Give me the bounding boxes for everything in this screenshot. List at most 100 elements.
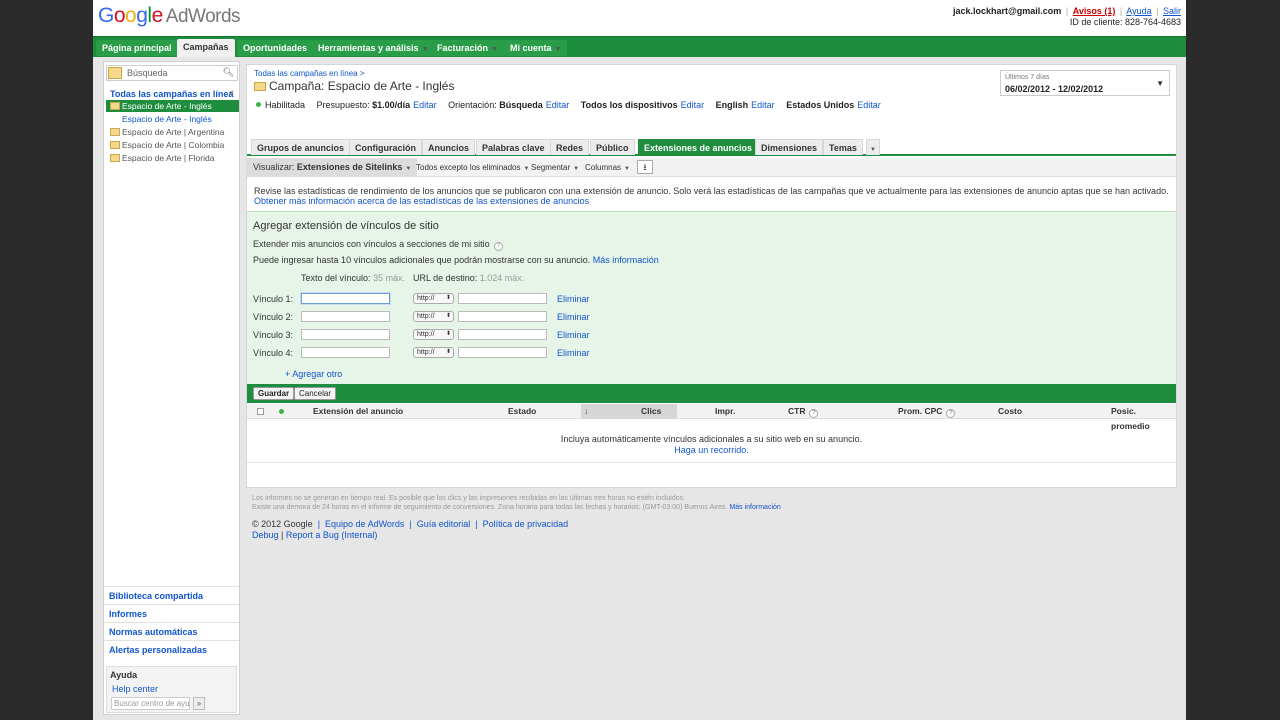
form-subtitle: Extender mis anuncios con vínculos a sec… [253,239,503,251]
folder-icon [110,154,120,162]
nav-tools[interactable]: Herramientas y análisis ▼ [312,40,435,56]
edit-language-link[interactable]: Editar [751,100,775,110]
chevron-down-icon: ▼ [405,166,412,172]
tab-audiences[interactable]: Público [590,139,635,155]
visualize-dropdown[interactable]: Visualizar: Extensiones de Sitelinks ▼ [247,158,418,177]
footer-link[interactable]: Equipo de AdWords [325,519,404,529]
save-button[interactable]: Guardar [253,387,295,400]
debug-link[interactable]: Debug [252,530,279,540]
footer-link[interactable]: Política de privacidad [483,519,569,529]
statistics-notice: Revise las estadísticas de rendimiento d… [254,186,1169,206]
column-header[interactable]: Posic. promedio [1111,404,1176,431]
help-search-button[interactable]: » [193,697,205,710]
alerts-link[interactable]: Avisos (1) [1073,6,1116,16]
remove-link[interactable]: Eliminar [557,312,590,322]
destination-url-input[interactable] [458,347,547,358]
column-header[interactable]: CTR? [788,404,819,419]
sidebar-item-custom-alerts[interactable]: Alertas personalizadas [104,640,239,658]
collapse-sidebar-icon[interactable]: « [229,87,234,97]
tab-dimensions[interactable]: Dimensiones [755,139,824,155]
help-link[interactable]: Ayuda [1126,6,1151,16]
remove-link[interactable]: Eliminar [557,330,590,340]
breadcrumb[interactable]: Todas las campañas en línea > [254,69,365,78]
nav-billing[interactable]: Facturación ▼ [431,40,504,56]
column-header[interactable]: Estado [508,404,536,419]
destination-url-input[interactable] [458,329,547,340]
tab-keywords[interactable]: Palabras clave [476,139,551,155]
filter-dropdown[interactable]: Todos excepto los eliminados ▼ [416,158,529,177]
campaign-search-input[interactable]: Búsqueda 🔍︎ [106,65,238,81]
date-range-selector[interactable]: Últimos 7 días 06/02/2012 - 12/02/2012 ▼ [1000,70,1170,96]
column-header[interactable]: Extensión del anuncio [313,404,403,419]
nav-home[interactable]: Página principal [96,40,178,56]
search-icon[interactable]: 🔍︎ [223,67,234,78]
help-search-input[interactable]: Buscar centro de ayu [111,697,190,710]
tab-topics[interactable]: Temas [823,139,863,155]
tree-item-adgroup[interactable]: Espacio de Arte - Inglés [106,113,239,125]
link-text-input[interactable] [301,347,390,358]
sidebar-item-reports[interactable]: Informes [104,604,239,622]
select-all-checkbox[interactable] [257,408,264,415]
help-icon[interactable]: ? [493,242,503,251]
tab-settings[interactable]: Configuración [349,139,422,155]
all-campaigns-link[interactable]: Todas las campañas en línea [110,89,233,99]
browser-page: Google AdWords jack.lockhart@gmail.com | … [93,0,1186,720]
help-icon[interactable]: ? [946,409,956,418]
destination-url-input[interactable] [458,293,547,304]
column-header[interactable]: Impr. [715,404,735,419]
logout-link[interactable]: Salir [1163,6,1181,16]
column-header[interactable]: Prom. CPC? [898,404,956,419]
sidebar-item-automated-rules[interactable]: Normas automáticas [104,622,239,640]
edit-devices-link[interactable]: Editar [681,100,705,110]
sitelink-row: Vínculo 1: http://⬍ Eliminar [253,293,590,304]
protocol-select[interactable]: http://⬍ [413,347,454,358]
tree-item-campaign[interactable]: Espacio de Arte | Colombia [106,139,239,151]
tree-item-campaign[interactable]: Espacio de Arte | Argentina [106,126,239,138]
nav-opportunities[interactable]: Oportunidades [237,40,314,56]
google-adwords-logo[interactable]: Google AdWords [98,4,241,28]
protocol-select[interactable]: http://⬍ [413,293,454,304]
divider [247,462,1176,463]
link-text-input[interactable] [301,293,390,304]
tree-item-campaign[interactable]: Espacio de Arte | Florida [106,152,239,164]
more-tabs-button[interactable]: ▼ [866,139,880,155]
footer-link[interactable]: Guía editorial [417,519,471,529]
help-center-link[interactable]: Help center [112,684,158,694]
edit-orientation-link[interactable]: Editar [546,100,570,110]
tab-ads[interactable]: Anuncios [422,139,476,155]
tab-ad-extensions[interactable]: Extensiones de anuncios [638,139,759,155]
protocol-select[interactable]: http://⬍ [413,311,454,322]
folder-icon [110,141,120,149]
protocol-select[interactable]: http://⬍ [413,329,454,340]
edit-budget-link[interactable]: Editar [413,100,437,110]
column-header[interactable]: Clics [641,404,661,419]
remove-link[interactable]: Eliminar [557,294,590,304]
tree-item-campaign[interactable]: Espacio de Arte - Inglés [106,100,239,112]
add-another-link[interactable]: + Agregar otro [285,369,342,379]
link-text-input[interactable] [301,329,390,340]
help-icon[interactable]: ? [809,409,819,418]
columns-dropdown[interactable]: Columnas ▼ [585,158,630,177]
sidebar-item-shared-library[interactable]: Biblioteca compartida [104,586,239,604]
edit-location-link[interactable]: Editar [857,100,881,110]
more-info-link[interactable]: Obtener más información acerca de las es… [254,196,589,206]
tab-networks[interactable]: Redes [550,139,590,155]
download-icon[interactable]: ⭳ [637,160,653,174]
copyright: © 2012 Google [252,519,313,529]
remove-link[interactable]: Eliminar [557,348,590,358]
more-info-link[interactable]: Más información [729,504,780,511]
segment-dropdown[interactable]: Segmentar ▼ [531,158,579,177]
more-info-link[interactable]: Más información [593,255,659,265]
nav-campaigns[interactable]: Campañas [177,39,235,58]
nav-my-account[interactable]: Mi cuenta ▼ [504,40,568,56]
sort-desc-icon: ↓ [584,406,589,416]
report-bug-link[interactable]: Report a Bug (Internal) [286,530,378,540]
column-header[interactable]: Costo [998,404,1022,419]
help-title: Ayuda [110,670,138,680]
tab-ad-groups[interactable]: Grupos de anuncios [251,139,351,155]
take-tour-link[interactable]: Haga un recorrido. [247,445,1176,456]
destination-url-input[interactable] [458,311,547,322]
cancel-button[interactable]: Cancelar [294,387,337,400]
up-down-icon: ⬍ [445,313,451,319]
link-text-input[interactable] [301,311,390,322]
